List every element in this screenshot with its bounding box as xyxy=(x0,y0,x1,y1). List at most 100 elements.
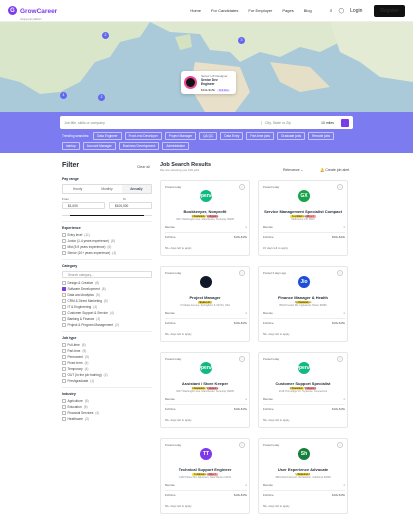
heart-icon[interactable]: ♡ xyxy=(239,184,245,190)
category-option[interactable]: Software Development (8) xyxy=(62,287,152,291)
checkbox[interactable] xyxy=(62,317,66,321)
job-card[interactable]: Posted today ♡ OpenAI Featured Urgent Ass… xyxy=(160,352,250,428)
clear-all-link[interactable]: Clear all xyxy=(137,165,150,169)
checkbox[interactable] xyxy=(62,311,66,315)
industry-option[interactable]: Agriculture (8) xyxy=(62,399,152,403)
map-job-popup[interactable]: Senior UX Designer Senior Dev Engineer $… xyxy=(181,71,236,94)
job-type-option[interactable]: Full-time (8) xyxy=(62,343,152,347)
menu-candidates[interactable]: For Candidates xyxy=(211,8,238,13)
checkbox[interactable] xyxy=(62,293,66,297)
category-option[interactable]: Banking & Finance (3) xyxy=(62,317,152,321)
map-pin[interactable]: 2 xyxy=(98,94,105,101)
tab-monthly[interactable]: Monthly xyxy=(92,185,121,193)
menu-employer[interactable]: For Employer xyxy=(248,8,272,13)
keyword-input[interactable]: Job title, skills or company xyxy=(64,121,261,125)
industry-option[interactable]: Financial Services (4) xyxy=(62,411,152,415)
map-pin[interactable]: 2 xyxy=(102,32,109,39)
search-icon[interactable]: ⌕ xyxy=(330,8,333,14)
experience-option[interactable]: Mid (5-9 years experience) (6) xyxy=(62,245,152,249)
map-pin[interactable]: 3 xyxy=(238,37,245,44)
sort-select[interactable]: Relevance ⌄ xyxy=(283,168,303,172)
checkbox[interactable] xyxy=(62,361,66,365)
checkbox[interactable] xyxy=(62,355,66,359)
heart-icon[interactable]: ♡ xyxy=(337,270,343,276)
menu-home[interactable]: Home xyxy=(190,8,201,13)
experience-option[interactable]: Senior (10+ years experience) (4) xyxy=(62,251,152,255)
industry-option[interactable]: Healthcare (3) xyxy=(62,417,152,421)
user-icon[interactable]: ◯ xyxy=(339,8,345,14)
register-button[interactable]: Register xyxy=(374,4,405,17)
trending-tag[interactable]: startup xyxy=(62,142,80,150)
checkbox[interactable] xyxy=(62,233,66,237)
checkbox[interactable] xyxy=(62,417,66,421)
location-input[interactable]: City, State or Zip xyxy=(261,120,321,125)
category-search-input[interactable]: Search category... xyxy=(62,271,152,278)
job-card[interactable]: Posted today ♡ GX Featured Urgent Service… xyxy=(258,180,348,256)
category-option[interactable]: Project & Program Management (2) xyxy=(62,323,152,327)
checkbox[interactable] xyxy=(62,379,66,383)
checkbox-checked[interactable] xyxy=(62,287,66,291)
checkbox[interactable] xyxy=(62,251,66,255)
job-card[interactable]: Posted today ♡ OpenAI Featured Urgent Boo… xyxy=(160,180,250,256)
create-alert-button[interactable]: 🔔 Create job alert xyxy=(320,168,349,172)
category-option[interactable]: IT & Engineering (4) xyxy=(62,305,152,309)
checkbox[interactable] xyxy=(62,305,66,309)
trending-tag[interactable]: Front-end Developer xyxy=(124,132,162,140)
checkbox[interactable] xyxy=(62,323,66,327)
job-type-option[interactable]: Temporary (4) xyxy=(62,367,152,371)
job-type-option[interactable]: Permanent (5) xyxy=(62,355,152,359)
trending-tag[interactable]: Project Manager xyxy=(164,132,197,140)
job-card[interactable]: Posted today ♡ TT Featured Urgent Technic… xyxy=(160,438,250,514)
radius-select[interactable]: 10 miles xyxy=(321,121,341,125)
experience-option[interactable]: Junior (1-4 years experience) (8) xyxy=(62,239,152,243)
trending-tag[interactable]: Administrator xyxy=(162,142,190,150)
checkbox[interactable] xyxy=(62,411,66,415)
search-button[interactable]: ⌕ xyxy=(341,118,349,127)
heart-icon[interactable]: ♡ xyxy=(337,442,343,448)
login-button[interactable]: Login xyxy=(350,8,362,14)
checkbox[interactable] xyxy=(62,349,66,353)
tab-annually[interactable]: Annually xyxy=(121,185,151,193)
category-option[interactable]: CRM & Direct Marketing (5) xyxy=(62,299,152,303)
trending-tag[interactable]: Account Manager xyxy=(82,142,116,150)
heart-icon[interactable]: ♡ xyxy=(239,270,245,276)
heart-icon[interactable]: ♡ xyxy=(337,356,343,362)
category-option[interactable]: Design & Creative (8) xyxy=(62,281,152,285)
trending-tag[interactable]: Business Development xyxy=(118,142,160,150)
checkbox[interactable] xyxy=(62,281,66,285)
pay-range-slider[interactable] xyxy=(62,213,152,217)
category-option[interactable]: Data and Analytics (5) xyxy=(62,293,152,297)
trending-tag[interactable]: Remote jobs xyxy=(308,132,334,140)
checkbox[interactable] xyxy=(62,373,66,377)
trending-tag[interactable]: QA QC xyxy=(199,132,218,140)
job-card[interactable]: Posted today ♡ Featured Project Manager … xyxy=(160,266,250,342)
checkbox[interactable] xyxy=(62,367,66,371)
menu-pages[interactable]: Pages xyxy=(282,8,293,13)
job-type-option[interactable]: Freshgraduate (1) xyxy=(62,379,152,383)
menu-blog[interactable]: Blog xyxy=(304,8,312,13)
checkbox[interactable] xyxy=(62,239,66,243)
job-card[interactable]: Posted 3 days ago ♡ Jio Featured Finance… xyxy=(258,266,348,342)
job-type-option[interactable]: Part-time (5) xyxy=(62,349,152,353)
heart-icon[interactable]: ♡ xyxy=(239,356,245,362)
checkbox[interactable] xyxy=(62,405,66,409)
job-map[interactable]: 2 3 4 2 Senior UX Designer Senior Dev En… xyxy=(0,22,413,112)
trending-tag[interactable]: Data Entry xyxy=(220,132,244,140)
checkbox[interactable] xyxy=(62,245,66,249)
heart-icon[interactable]: ♡ xyxy=(239,442,245,448)
trending-tag[interactable]: Data Engineer xyxy=(93,132,122,140)
job-card[interactable]: Posted today ♡ OpenAI Featured Urgent Cus… xyxy=(258,352,348,428)
checkbox[interactable] xyxy=(62,343,66,347)
job-type-option[interactable]: Fixed term (4) xyxy=(62,361,152,365)
industry-option[interactable]: Education (5) xyxy=(62,405,152,409)
trending-tag[interactable]: Part-time jobs xyxy=(246,132,275,140)
heart-icon[interactable]: ♡ xyxy=(337,184,343,190)
job-card[interactable]: Posted today ♡ Sh Featured User Experien… xyxy=(258,438,348,514)
map-pin[interactable]: 4 xyxy=(60,92,67,99)
brand-logo[interactable]: G GrowCareer Unique job platform xyxy=(8,0,57,21)
checkbox[interactable] xyxy=(62,299,66,303)
experience-option[interactable]: Entry level (11) xyxy=(62,233,152,237)
job-type-option[interactable]: OUT (In the job training) (2) xyxy=(62,373,152,377)
trending-tag[interactable]: Graduate jobs xyxy=(277,132,306,140)
checkbox[interactable] xyxy=(62,399,66,403)
